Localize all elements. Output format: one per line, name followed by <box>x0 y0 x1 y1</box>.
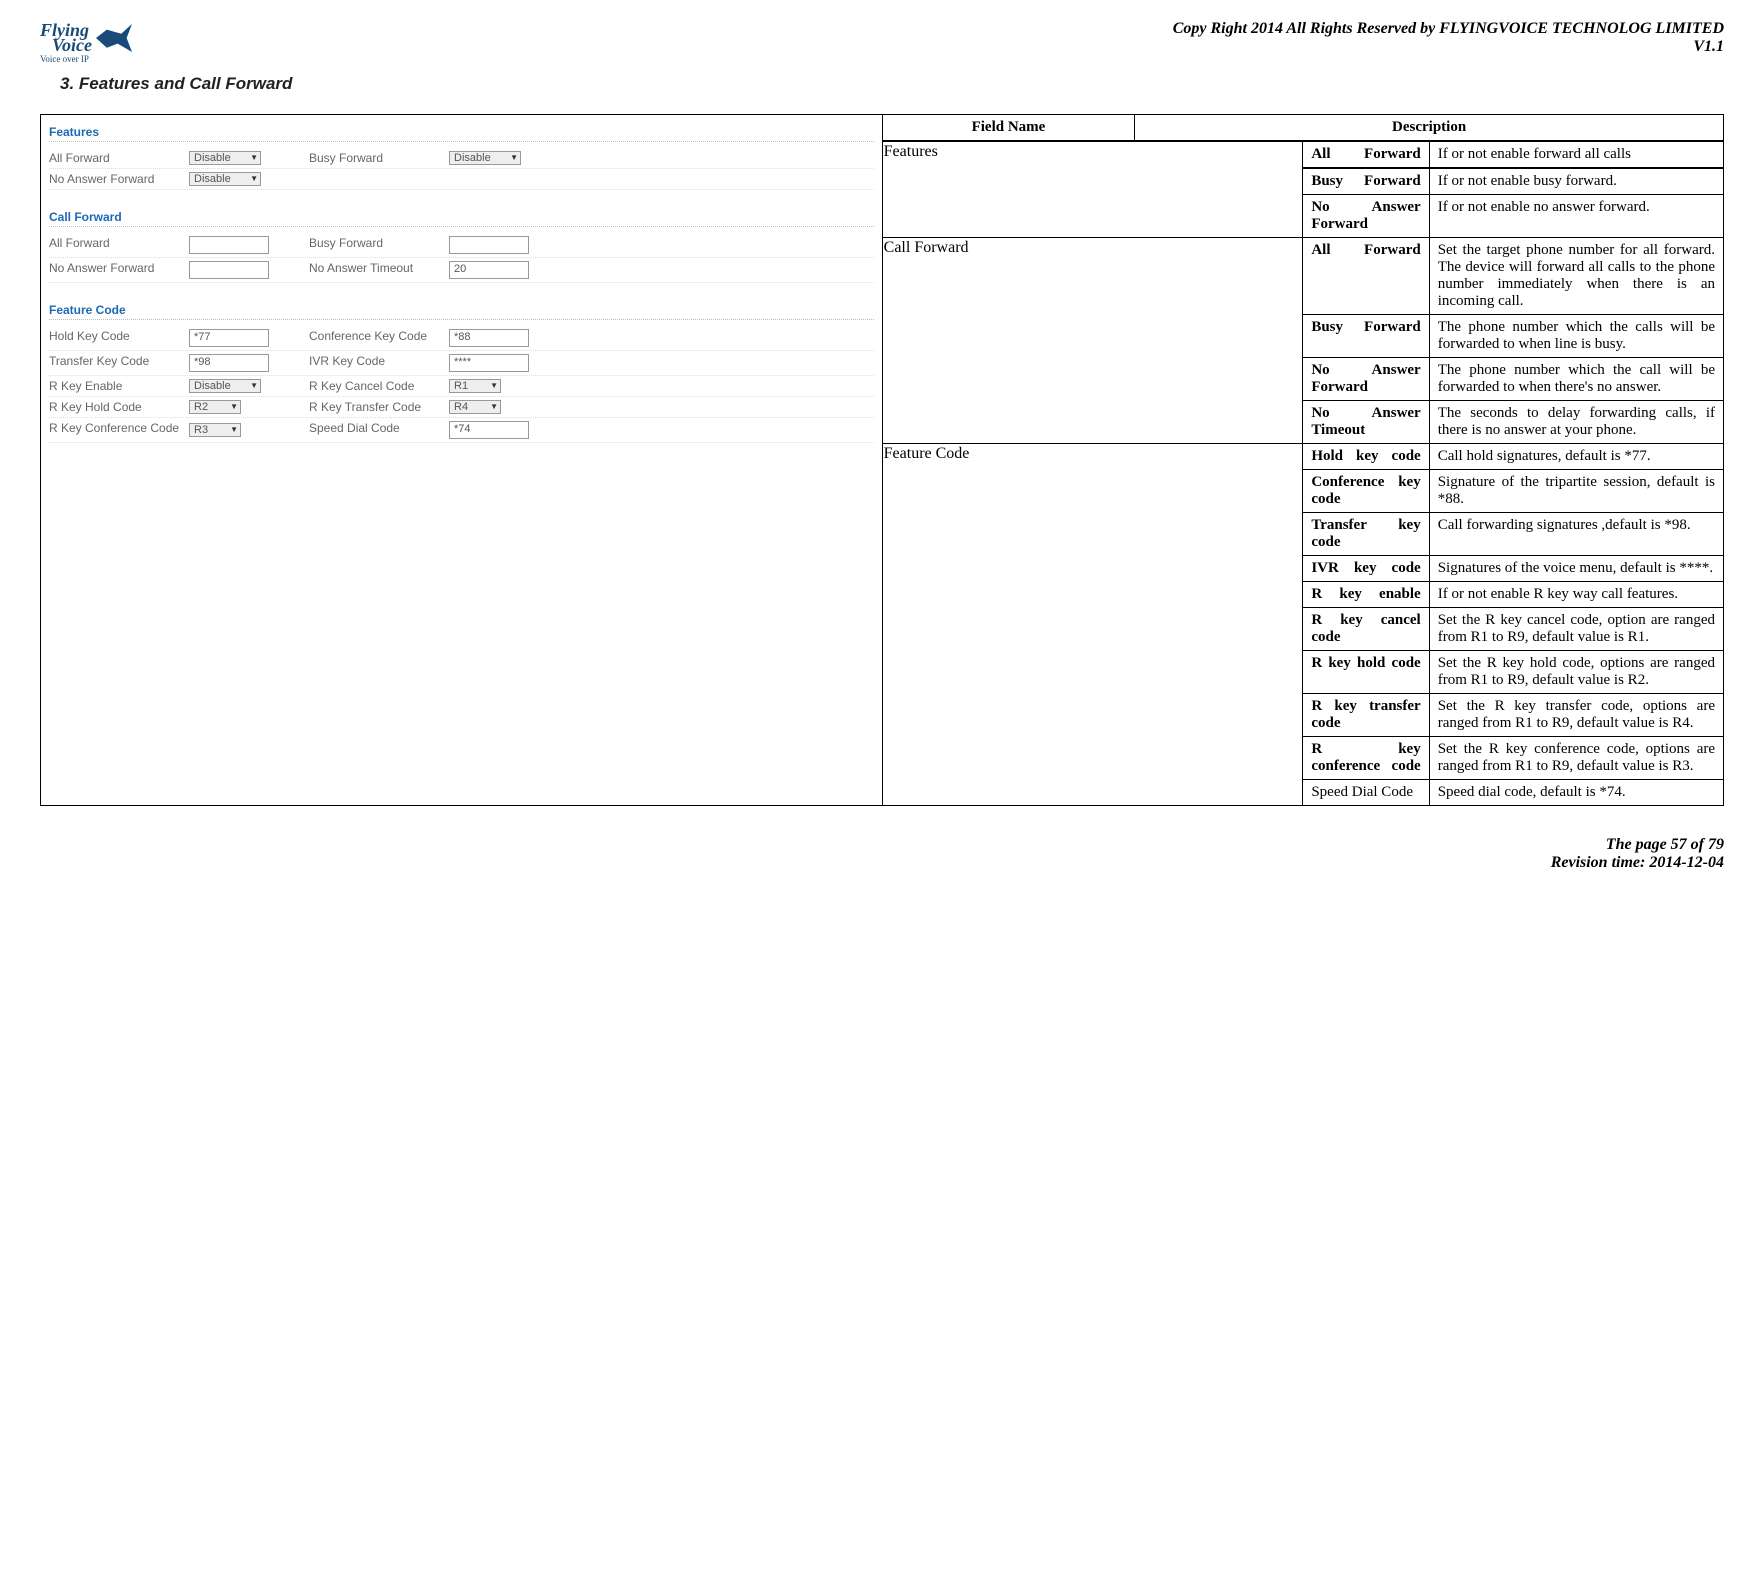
ss-transfer-label: Transfer Key Code <box>49 354 189 372</box>
ss-rconf-select[interactable]: R3 <box>189 423 241 437</box>
c-busy-name: Busy Forward <box>1303 315 1429 357</box>
ss-rtransfer-select[interactable]: R4 <box>449 400 501 414</box>
footer-page: The page 57 of 79 <box>40 836 1724 854</box>
ss-noans-forward-label: No Answer Forward <box>49 172 189 186</box>
ss-all-forward-select[interactable]: Disable <box>189 151 261 165</box>
header-copyright: Copy Right 2014 All Rights Reserved by F… <box>1173 20 1724 38</box>
ss-conf-input[interactable]: *88 <box>449 329 529 347</box>
fc-rcancel-desc: Set the R key cancel code, option are ra… <box>1429 608 1723 650</box>
fc-rconf-desc: Set the R key conference code, options a… <box>1429 737 1723 779</box>
ss-cf-all-label: All Forward <box>49 236 189 254</box>
ss-busy-forward-select[interactable]: Disable <box>449 151 521 165</box>
ss-busy-forward-label: Busy Forward <box>309 151 449 165</box>
ss-cf-busy-label: Busy Forward <box>309 236 449 254</box>
main-table: Features All Forward Disable Busy Forwar… <box>40 114 1724 806</box>
fc-rtransfer-desc: Set the R key transfer code, options are… <box>1429 694 1723 736</box>
ss-hold-label: Hold Key Code <box>49 329 189 347</box>
ss-cf-timeout-label: No Answer Timeout <box>309 261 449 279</box>
ss-cf-noans-label: No Answer Forward <box>49 261 189 279</box>
fc-conf-name: Conference key code <box>1303 470 1429 512</box>
f-noans-name: No Answer Forward <box>1303 195 1429 237</box>
ss-cf-busy-input[interactable] <box>449 236 529 254</box>
fc-rkey-name: R key enable <box>1303 582 1429 607</box>
ss-all-forward-label: All Forward <box>49 151 189 165</box>
ss-rhold-label: R Key Hold Code <box>49 400 189 414</box>
bird-icon <box>96 24 132 52</box>
f-busy-name: Busy Forward <box>1303 169 1429 194</box>
ss-rkey-label: R Key Enable <box>49 379 189 393</box>
ss-rconf-label: R Key Conference Code <box>49 421 189 439</box>
ss-cf-noans-input[interactable] <box>189 261 269 279</box>
ss-features-title: Features <box>49 123 874 142</box>
ss-conf-label: Conference Key Code <box>309 329 449 347</box>
fc-speed-desc: Speed dial code, default is *74. <box>1429 780 1723 805</box>
f-busy-desc: If or not enable busy forward. <box>1429 169 1723 194</box>
ss-rhold-select[interactable]: R2 <box>189 400 241 414</box>
fc-ivr-name: IVR key code <box>1303 556 1429 581</box>
ss-callforward-title: Call Forward <box>49 208 874 227</box>
ss-speed-label: Speed Dial Code <box>309 421 449 439</box>
fc-speed-name: Speed Dial Code <box>1303 780 1429 805</box>
c-noans-name: No Answer Forward <box>1303 358 1429 400</box>
ss-hold-input[interactable]: *77 <box>189 329 269 347</box>
config-screenshot: Features All Forward Disable Busy Forwar… <box>49 123 874 443</box>
c-timeout-desc: The seconds to delay forwarding calls, i… <box>1429 401 1723 443</box>
ss-rtransfer-label: R Key Transfer Code <box>309 400 449 414</box>
fc-transfer-desc: Call forwarding signatures ,default is *… <box>1429 513 1723 555</box>
ss-rcancel-select[interactable]: R1 <box>449 379 501 393</box>
fc-hold-name: Hold key code <box>1303 444 1429 469</box>
fc-conf-desc: Signature of the tripartite session, def… <box>1429 470 1723 512</box>
fieldname-header: Field Name <box>883 115 1135 141</box>
ss-transfer-input[interactable]: *98 <box>189 354 269 372</box>
fc-ivr-desc: Signatures of the voice menu, default is… <box>1429 556 1723 581</box>
logo: Flying Voice Voice over IP <box>40 20 132 64</box>
ss-rcancel-label: R Key Cancel Code <box>309 379 449 393</box>
c-all-name: All Forward <box>1303 238 1429 314</box>
ss-cf-all-input[interactable] <box>189 236 269 254</box>
ss-cf-timeout-input[interactable]: 20 <box>449 261 529 279</box>
f-all-desc: If or not enable forward all calls <box>1429 142 1723 168</box>
description-header: Description <box>1135 115 1723 141</box>
fc-hold-desc: Call hold signatures, default is *77. <box>1429 444 1723 469</box>
ss-speed-input[interactable]: *74 <box>449 421 529 439</box>
ss-ivr-input[interactable]: **** <box>449 354 529 372</box>
fc-rconf-name: R key conference code <box>1303 737 1429 779</box>
ss-ivr-label: IVR Key Code <box>309 354 449 372</box>
fc-transfer-name: Transfer key code <box>1303 513 1429 555</box>
fc-rhold-desc: Set the R key hold code, options are ran… <box>1429 651 1723 693</box>
f-all-name: All Forward <box>1303 142 1429 168</box>
features-section-label: Features <box>882 142 1303 238</box>
footer-revision: Revision time: 2014-12-04 <box>40 854 1724 872</box>
f-noans-desc: If or not enable no answer forward. <box>1429 195 1723 237</box>
c-all-desc: Set the target phone number for all forw… <box>1429 238 1723 314</box>
c-timeout-name: No Answer Timeout <box>1303 401 1429 443</box>
logo-sub: Voice over IP <box>40 54 89 64</box>
c-busy-desc: The phone number which the calls will be… <box>1429 315 1723 357</box>
ss-fc-title: Feature Code <box>49 301 874 320</box>
fc-rcancel-name: R key cancel code <box>1303 608 1429 650</box>
fc-rkey-desc: If or not enable R key way call features… <box>1429 582 1723 607</box>
fc-rhold-name: R key hold code <box>1303 651 1429 693</box>
ss-rkey-select[interactable]: Disable <box>189 379 261 393</box>
header-version: V1.1 <box>1173 38 1724 56</box>
ss-noans-forward-select[interactable]: Disable <box>189 172 261 186</box>
callforward-section-label: Call Forward <box>882 238 1303 444</box>
featurecode-section-label: Feature Code <box>882 444 1303 806</box>
c-noans-desc: The phone number which the call will be … <box>1429 358 1723 400</box>
fc-rtransfer-name: R key transfer code <box>1303 694 1429 736</box>
section-title: 3. Features and Call Forward <box>60 74 1724 94</box>
logo-line2: Voice <box>40 35 92 56</box>
